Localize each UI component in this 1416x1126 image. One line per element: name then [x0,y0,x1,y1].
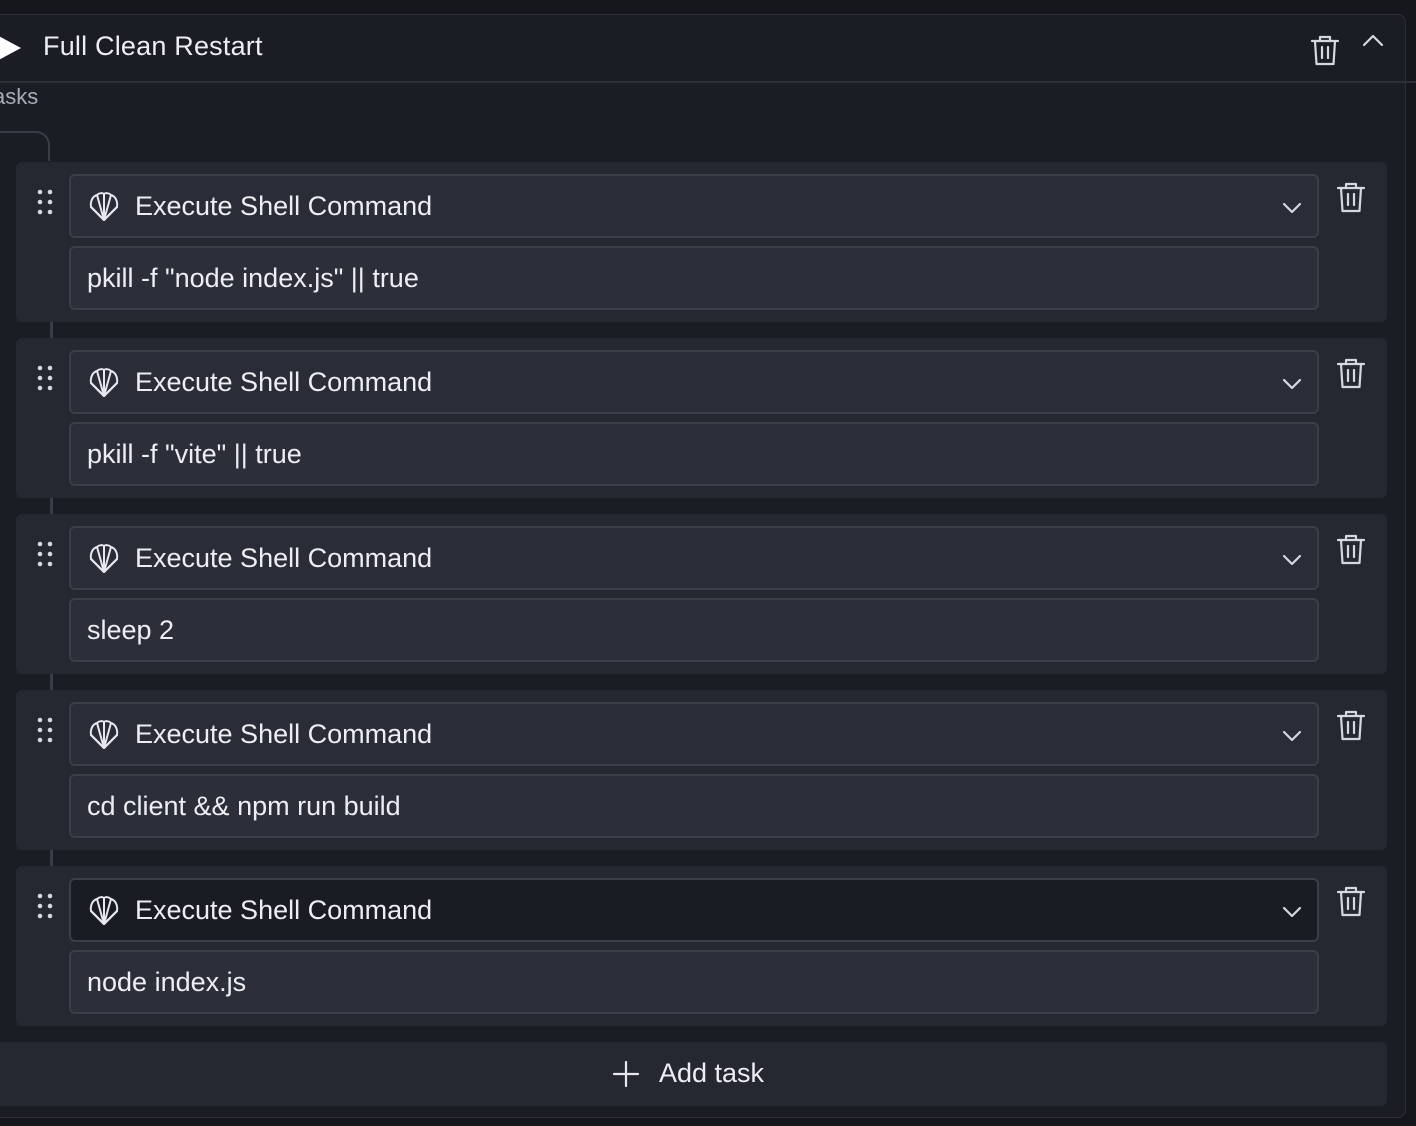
shell-icon [89,720,119,749]
drag-handle-icon[interactable] [35,892,55,922]
task-type-label: Execute Shell Command [135,543,433,573]
panel-header[interactable]: Full Clean Restart [0,15,1416,83]
trash-icon[interactable] [1309,33,1341,67]
trash-icon[interactable] [1336,708,1366,742]
tree-connector [50,850,53,866]
drag-handle-icon[interactable] [35,188,55,218]
chevron-down-icon[interactable] [1281,374,1303,394]
section-label: Tasks [0,84,39,109]
tree-connector [0,131,50,161]
task-type-select[interactable]: Execute Shell Command [69,702,1319,766]
chevron-down-icon[interactable] [1281,198,1303,218]
shell-icon [89,368,119,397]
task-type-label: Execute Shell Command [135,719,433,749]
page-title: Full Clean Restart [43,31,263,61]
task-card: Execute Shell Command [16,338,1387,498]
trash-icon[interactable] [1336,532,1366,566]
task-type-label: Execute Shell Command [135,191,433,221]
chevron-up-icon[interactable] [1361,31,1385,51]
task-type-select[interactable]: Execute Shell Command [69,350,1319,414]
chevron-down-icon[interactable] [1281,550,1303,570]
task-type-select[interactable]: Execute Shell Command [69,174,1319,238]
trash-icon[interactable] [1336,884,1366,918]
trash-icon[interactable] [1336,356,1366,390]
chevron-down-icon[interactable] [1281,726,1303,746]
drag-handle-icon[interactable] [35,364,55,394]
task-type-select[interactable]: Execute Shell Command [69,878,1319,942]
task-card: Execute Shell Command [16,866,1387,1026]
command-input[interactable] [69,422,1319,486]
shell-icon [89,192,119,221]
add-task-label: Add task [659,1058,765,1088]
command-input[interactable] [69,950,1319,1014]
trash-icon[interactable] [1336,180,1366,214]
tree-connector [50,674,53,690]
task-card: Execute Shell Command [16,690,1387,850]
shell-icon [89,544,119,573]
tree-connector [50,322,53,338]
task-card: Execute Shell Command [16,162,1387,322]
task-type-label: Execute Shell Command [135,367,433,397]
command-input[interactable] [69,598,1319,662]
task-card: Execute Shell Command [16,514,1387,674]
task-type-label: Execute Shell Command [135,895,433,925]
tree-connector [50,498,53,514]
command-input[interactable] [69,246,1319,310]
drag-handle-icon[interactable] [35,540,55,570]
command-input[interactable] [69,774,1319,838]
chevron-down-icon[interactable] [1281,902,1303,922]
drag-handle-icon[interactable] [35,716,55,746]
play-icon[interactable] [0,31,23,65]
add-task-button[interactable]: Add task [0,1042,1387,1106]
task-type-select[interactable]: Execute Shell Command [69,526,1319,590]
shell-icon [89,896,119,925]
plus-icon [612,1060,640,1088]
